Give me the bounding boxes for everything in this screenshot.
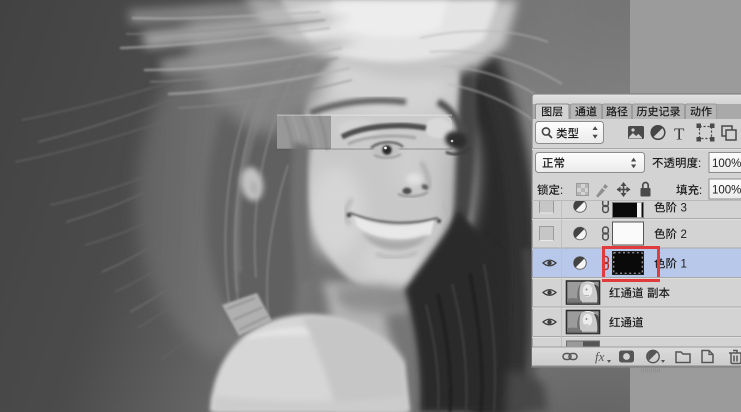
svg-text:100%: 100%	[712, 185, 741, 197]
svg-text:fx: fx	[595, 349, 605, 364]
svg-text:T: T	[674, 125, 685, 144]
svg-text:1: 1	[681, 259, 687, 271]
svg-text::: :	[699, 185, 702, 197]
svg-text::: :	[698, 158, 701, 170]
svg-text::: :	[560, 185, 563, 197]
svg-text:3: 3	[681, 203, 687, 215]
svg-text:2: 2	[681, 229, 687, 241]
svg-text:100%: 100%	[712, 158, 741, 170]
